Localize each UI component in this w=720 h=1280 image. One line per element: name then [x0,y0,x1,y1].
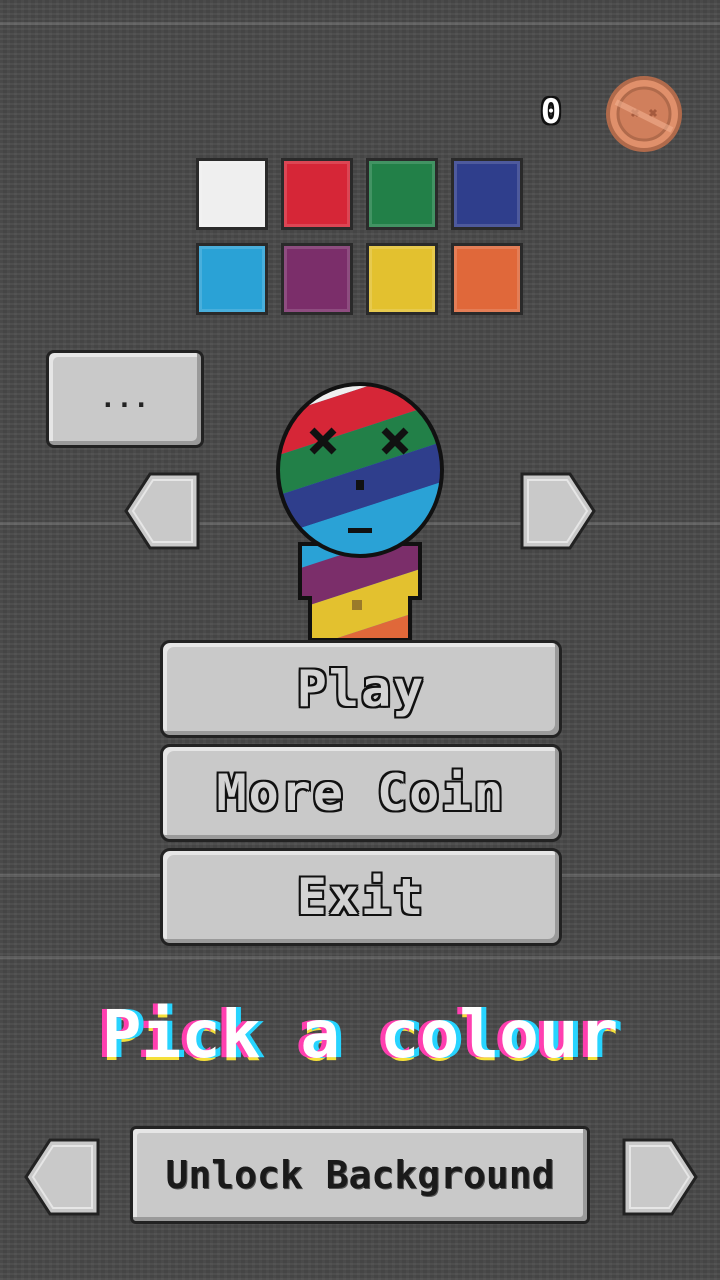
coin-icon [606,76,682,152]
more-coin-label: More Coin [216,764,506,822]
speech-label: ... [100,384,150,414]
arrow-right-icon[interactable] [620,1138,700,1216]
unlock-background-label: Unlock Background [165,1153,555,1197]
colour-swatch[interactable] [281,158,353,230]
exit-button[interactable]: Exit [160,848,562,946]
colour-swatch[interactable] [196,243,268,315]
pick-colour-caption: Pick a colour [101,996,619,1073]
coin-counter: 0 [540,92,562,132]
arrow-right-icon[interactable] [518,472,598,550]
colour-swatch[interactable] [196,158,268,230]
arrow-left-icon[interactable] [122,472,202,550]
arrow-left-icon[interactable] [22,1138,102,1216]
background-scanline [0,956,720,959]
more-coin-button[interactable]: More Coin [160,744,562,842]
colour-swatch[interactable] [366,243,438,315]
colour-swatch[interactable] [281,243,353,315]
speech-button[interactable]: ... [46,350,204,448]
play-label: Play [296,660,426,718]
exit-label: Exit [296,868,426,926]
colour-swatch[interactable] [451,158,523,230]
unlock-background-button[interactable]: Unlock Background [130,1126,590,1224]
background-scanline [0,22,720,25]
character-sprite [276,382,444,640]
colour-swatch[interactable] [366,158,438,230]
colour-swatch[interactable] [451,243,523,315]
play-button[interactable]: Play [160,640,562,738]
